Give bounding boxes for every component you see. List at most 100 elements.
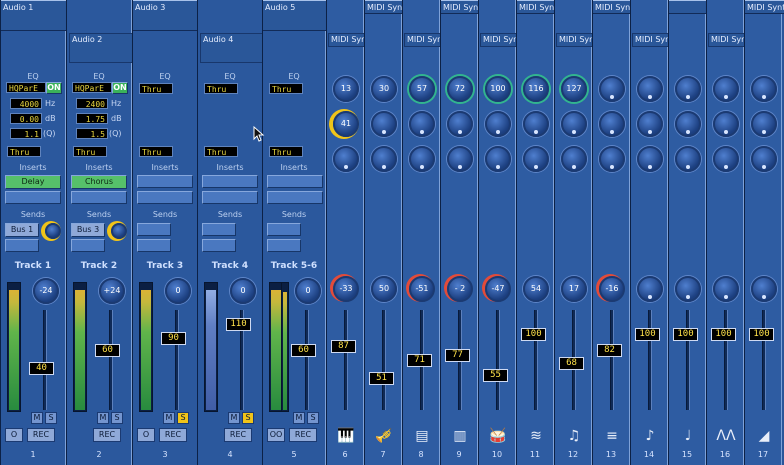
record-button[interactable]: REC [27,428,55,442]
controller-knob-1[interactable]: 57 [409,76,435,102]
controller-knob-1[interactable] [751,76,777,102]
controller-knob-2[interactable] [485,111,511,137]
record-button[interactable]: REC [289,428,317,442]
controller-knob-3[interactable] [713,146,739,172]
volume-fader[interactable]: 87 [331,340,356,353]
pan-knob[interactable]: -33 [333,276,359,302]
controller-knob-2[interactable] [751,111,777,137]
controller-knob-1[interactable] [675,76,701,102]
insert-slot-1[interactable]: Chorus [71,175,127,189]
send-level-knob[interactable] [45,223,61,239]
controller-knob-1[interactable]: 127 [561,76,587,102]
solo-button[interactable]: S [177,412,189,424]
monitor-button[interactable]: OO [267,428,285,442]
volume-fader[interactable]: 100 [749,328,774,341]
send-slot-1[interactable] [267,223,301,236]
insert-slot-1[interactable] [202,175,258,188]
pan-knob[interactable]: 17 [561,276,587,302]
controller-knob-1[interactable]: 13 [333,76,359,102]
eq-thru-display[interactable]: Thru [204,83,238,94]
controller-knob-3[interactable] [447,146,473,172]
insert-slot-2[interactable] [5,191,61,204]
send-slot-2[interactable] [267,239,301,252]
controller-knob-2[interactable] [599,111,625,137]
controller-knob-2[interactable] [561,111,587,137]
controller-knob-2[interactable] [447,111,473,137]
pan-knob[interactable]: 0 [230,278,256,304]
mute-button[interactable]: M [293,412,305,424]
eq-thru-display[interactable]: Thru [139,83,173,94]
controller-knob-2[interactable] [713,111,739,137]
thru-display[interactable]: Thru [73,146,107,157]
mute-button[interactable]: M [31,412,43,424]
volume-fader[interactable]: 40 [29,362,54,375]
eq-thru-display[interactable]: Thru [269,83,303,94]
thru-display[interactable]: Thru [204,146,238,157]
volume-fader[interactable]: 51 [369,372,394,385]
controller-knob-3[interactable] [675,146,701,172]
send-bus-button[interactable]: Bus 1 [5,223,39,237]
volume-fader[interactable]: 90 [161,332,186,345]
eq-freq-field[interactable]: 2400 [76,98,108,109]
insert-slot-2[interactable] [267,191,323,204]
monitor-button[interactable]: O [137,428,155,442]
mute-button[interactable]: M [97,412,109,424]
eq-gain-field[interactable]: 1.75 [76,113,108,124]
controller-knob-1[interactable] [599,76,625,102]
controller-knob-3[interactable] [751,146,777,172]
volume-fader[interactable]: 100 [673,328,698,341]
eq-on-button[interactable]: ON [112,82,128,94]
record-button[interactable]: REC [159,428,187,442]
monitor-button[interactable]: O [5,428,23,442]
pan-knob[interactable]: +24 [99,278,125,304]
send-slot-2[interactable] [71,239,105,252]
volume-fader[interactable]: 55 [483,369,508,382]
eq-type-display[interactable]: HQParE [6,82,46,93]
controller-knob-2[interactable] [637,111,663,137]
eq-q-field[interactable]: 1.5 [76,128,108,139]
volume-fader[interactable]: 71 [407,354,432,367]
insert-slot-1[interactable] [267,175,323,188]
controller-knob-3[interactable] [371,146,397,172]
eq-type-display[interactable]: HQParE [72,82,112,93]
controller-knob-3[interactable] [523,146,549,172]
insert-slot-2[interactable] [202,191,258,204]
insert-slot-1[interactable]: Delay [5,175,61,189]
controller-knob-1[interactable] [637,76,663,102]
pan-knob[interactable]: 0 [165,278,191,304]
eq-freq-field[interactable]: 4000 [10,98,42,109]
volume-fader[interactable]: 110 [226,318,251,331]
record-button[interactable]: REC [224,428,252,442]
controller-knob-2[interactable] [675,111,701,137]
controller-knob-1[interactable]: 30 [371,76,397,102]
controller-knob-2[interactable] [371,111,397,137]
volume-fader[interactable]: 100 [521,328,546,341]
midi-tab[interactable]: MIDI Synth 15 [745,0,784,14]
eq-gain-field[interactable]: 0.00 [10,113,42,124]
thru-display[interactable]: Thru [139,146,173,157]
pan-knob[interactable]: -24 [33,278,59,304]
record-button[interactable]: REC [93,428,121,442]
volume-fader[interactable]: 77 [445,349,470,362]
pan-knob[interactable]: -47 [485,276,511,302]
volume-fader[interactable]: 82 [597,344,622,357]
controller-knob-3[interactable] [637,146,663,172]
controller-knob-1[interactable] [713,76,739,102]
pan-knob[interactable]: - 2 [447,276,473,302]
pan-knob[interactable] [637,276,663,302]
insert-slot-2[interactable] [137,191,193,204]
pan-knob[interactable]: 54 [523,276,549,302]
solo-button[interactable]: S [307,412,319,424]
pan-knob[interactable] [751,276,777,302]
send-level-knob[interactable] [111,223,127,239]
pan-knob[interactable]: 50 [371,276,397,302]
volume-fader[interactable]: 68 [559,357,584,370]
send-slot-2[interactable] [202,239,236,252]
controller-knob-2[interactable]: 41 [333,111,359,137]
pan-knob[interactable]: -16 [599,276,625,302]
send-slot-1[interactable] [137,223,171,236]
thru-display[interactable]: Thru [269,146,303,157]
send-slot-2[interactable] [137,239,171,252]
controller-knob-3[interactable] [599,146,625,172]
pan-knob[interactable]: -51 [409,276,435,302]
